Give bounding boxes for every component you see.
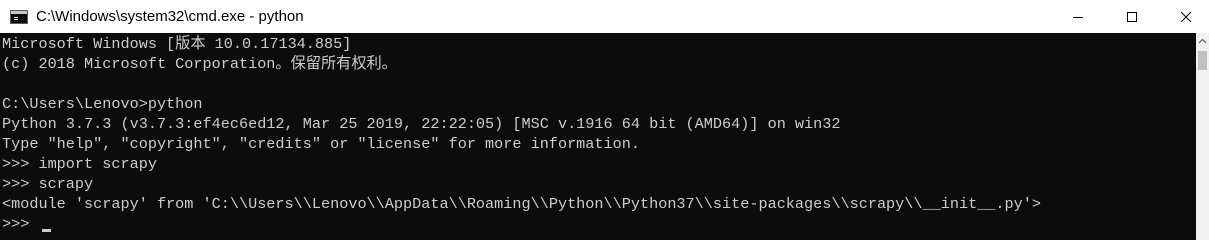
maximize-button[interactable] (1109, 0, 1155, 33)
console-line: Type "help", "copyright", "credits" or "… (2, 135, 640, 153)
console-line: Microsoft Windows [版本 10.0.17134.885] (2, 35, 352, 53)
console-icon[interactable] (10, 9, 28, 24)
close-button[interactable] (1163, 0, 1209, 33)
cmd-window: C:\Windows\system32\cmd.exe - python Mic… (0, 0, 1209, 240)
chevron-up-icon (1198, 38, 1207, 44)
console-line: (c) 2018 Microsoft Corporation。保留所有权利。 (2, 55, 397, 73)
window-controls (1047, 0, 1209, 33)
console-line: Python 3.7.3 (v3.7.3:ef4ec6ed12, Mar 25 … (2, 115, 841, 133)
console-line: <module 'scrapy' from 'C:\\Users\\Lenovo… (2, 195, 1041, 213)
scroll-up-button[interactable] (1196, 33, 1209, 49)
console-line: C:\Users\Lenovo>python (2, 95, 203, 113)
maximize-icon (1127, 11, 1137, 22)
console-line: >>> scrapy (2, 175, 94, 193)
minimize-button[interactable] (1055, 0, 1101, 33)
vertical-scrollbar[interactable] (1196, 33, 1209, 240)
window-title: C:\Windows\system32\cmd.exe - python (36, 8, 304, 25)
title-bar[interactable]: C:\Windows\system32\cmd.exe - python (0, 0, 1209, 33)
close-icon (1180, 11, 1192, 22)
text-cursor (42, 229, 51, 232)
scroll-thumb[interactable] (1198, 51, 1207, 70)
minimize-icon (1073, 16, 1083, 18)
console-line: >>> import scrapy (2, 155, 157, 173)
console-prompt[interactable]: >>> (2, 214, 38, 234)
console-output[interactable]: Microsoft Windows [版本 10.0.17134.885] (c… (0, 33, 1196, 240)
